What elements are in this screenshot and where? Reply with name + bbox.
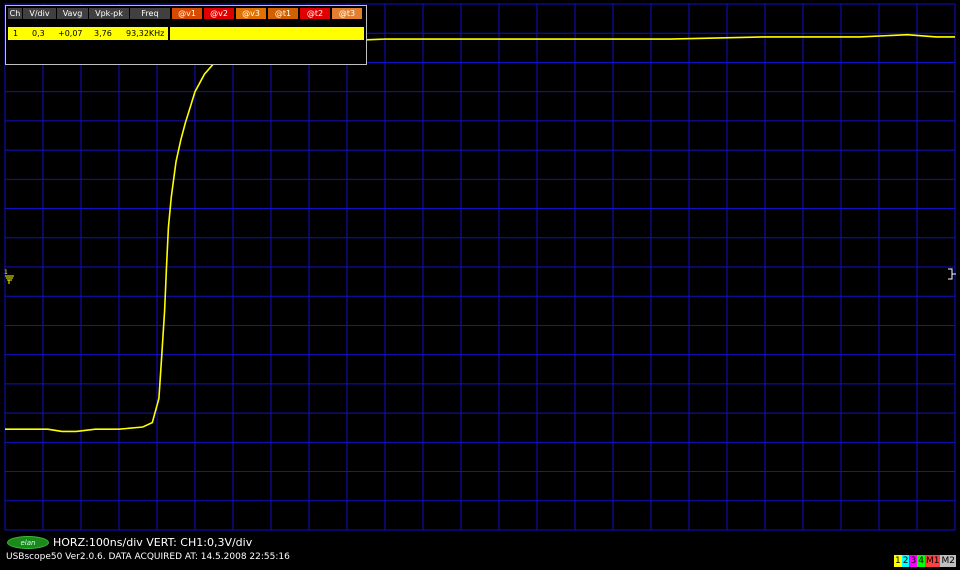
measurement-panel: Ch V/div Vavg Vpk-pk Freq @v1 @v2 @v3 @t…: [5, 5, 367, 65]
cursor-v2-button[interactable]: @v2: [204, 8, 234, 19]
row-cursor-values: [172, 28, 362, 39]
channel-select-1[interactable]: 1: [894, 555, 902, 567]
cursor-v3-button[interactable]: @v3: [236, 8, 266, 19]
cursor-v1-button[interactable]: @v1: [172, 8, 202, 19]
row-ch: 1: [13, 29, 19, 38]
svg-text:1: 1: [4, 269, 8, 276]
row-separator: [168, 27, 170, 40]
measurement-header: Ch V/div Vavg Vpk-pk Freq @v1 @v2 @v3 @t…: [8, 8, 364, 19]
oscilloscope-window: Ch V/div Vavg Vpk-pk Freq @v1 @v2 @v3 @t…: [0, 0, 960, 570]
cursor-t3-button[interactable]: @t3: [332, 8, 362, 19]
channel-select-m2[interactable]: M2: [940, 555, 956, 567]
col-vpkpk-header: Vpk-pk: [89, 8, 129, 19]
row-vavg: +0,07: [58, 29, 83, 38]
channel-select-4[interactable]: 4: [917, 555, 925, 567]
row-vdiv: 0,3: [32, 29, 45, 38]
acquisition-status: USBscope50 Ver2.0.6. DATA ACQUIRED AT: 1…: [6, 552, 290, 562]
col-vavg-header: Vavg: [57, 8, 88, 19]
waveform-display[interactable]: [0, 0, 960, 540]
cursor-t1-button[interactable]: @t1: [268, 8, 298, 19]
status-bar-top: elan HORZ:100ns/div VERT: CH1:0,3V/div: [7, 535, 252, 549]
col-freq-header: Freq: [130, 8, 170, 19]
grid: [4, 3, 956, 531]
vendor-logo: elan: [7, 535, 49, 549]
col-vdiv-header: V/div: [23, 8, 56, 19]
row-freq: 93,32KHz: [126, 29, 165, 38]
ground-level-marker-icon[interactable]: 1: [4, 268, 16, 284]
channel-select-2[interactable]: 2: [901, 555, 910, 567]
channel-1-trace: [5, 33, 955, 433]
row-vpkpk: 3,76: [94, 29, 112, 38]
col-ch-header: Ch: [8, 8, 22, 19]
channel-1-measurement-row[interactable]: 1 0,3 +0,07 3,76 93,32KHz: [8, 27, 364, 40]
cursor-t2-button[interactable]: @t2: [300, 8, 330, 19]
timebase-voltage-readout: HORZ:100ns/div VERT: CH1:0,3V/div: [53, 535, 253, 549]
channel-select-3[interactable]: 3: [909, 555, 918, 567]
channel-select-m1[interactable]: M1: [924, 555, 941, 567]
channel-selector: 1 2 3 4 M1 M2: [894, 555, 956, 567]
trigger-level-marker-icon[interactable]: [946, 268, 956, 280]
